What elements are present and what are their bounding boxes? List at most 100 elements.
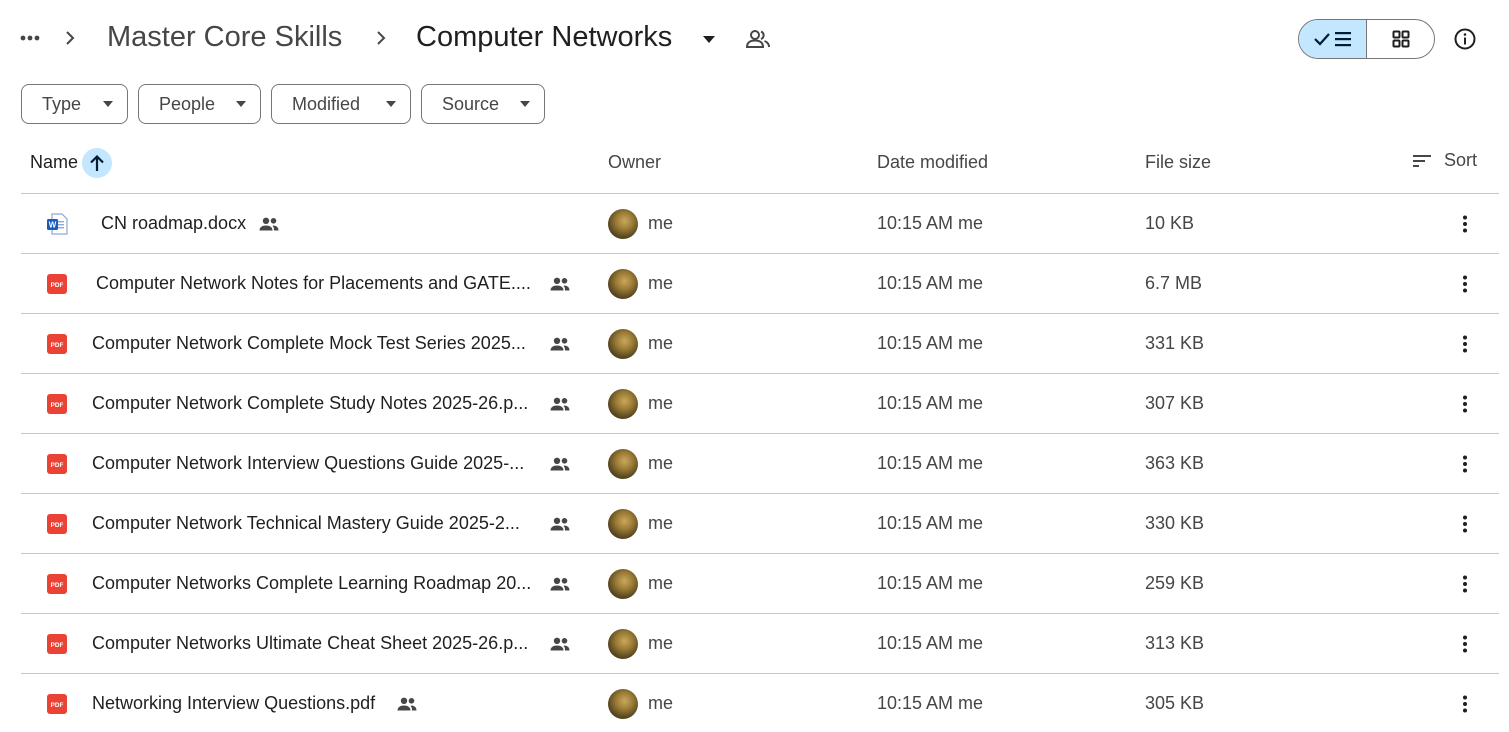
arrow-up-icon xyxy=(90,154,104,171)
file-name[interactable]: Computer Network Interview Questions Gui… xyxy=(92,453,524,474)
column-header-file-size[interactable]: File size xyxy=(1145,152,1211,173)
grid-view-button[interactable] xyxy=(1367,20,1434,58)
date-modified: 10:15 AM me xyxy=(877,333,984,353)
details-button[interactable] xyxy=(1450,24,1480,54)
table-body: W CN roadmap.docx me 10:15 AM me 10 KB PDF Com… xyxy=(21,194,1499,732)
column-header-owner[interactable]: Owner xyxy=(608,152,661,173)
more-actions-button[interactable] xyxy=(1450,569,1480,599)
dropdown-arrow-icon xyxy=(386,101,396,107)
svg-text:PDF: PDF xyxy=(51,402,64,409)
pdf-file-icon: PDF xyxy=(46,693,68,715)
table-row[interactable]: PDF Computer Network Notes for Placements… xyxy=(21,254,1499,314)
avatar xyxy=(608,389,638,419)
svg-text:PDF: PDF xyxy=(51,642,64,649)
avatar xyxy=(608,689,638,719)
more-vertical-icon xyxy=(1463,455,1467,473)
dropdown-arrow-icon xyxy=(520,101,530,107)
file-size: 6.7 MB xyxy=(1145,273,1203,293)
sort-direction-button[interactable] xyxy=(82,148,112,178)
owner-name: me xyxy=(648,273,674,293)
file-size: 331 KB xyxy=(1145,333,1205,353)
table-row[interactable]: PDF Computer Network Technical Mastery Gu… xyxy=(21,494,1499,554)
date-modified: 10:15 AM me xyxy=(877,393,984,413)
table-row[interactable]: PDF Computer Network Interview Questions … xyxy=(21,434,1499,494)
date-modified: 10:15 AM me xyxy=(877,273,984,293)
column-header-date-modified[interactable]: Date modified xyxy=(877,152,988,173)
file-name[interactable]: CN roadmap.docx xyxy=(101,213,246,234)
svg-text:PDF: PDF xyxy=(51,582,64,589)
breadcrumb-item-parent[interactable]: Master Core Skills xyxy=(107,17,342,57)
filter-chip-label: Modified xyxy=(292,93,361,114)
svg-text:PDF: PDF xyxy=(51,462,64,469)
shared-people-icon xyxy=(258,213,280,235)
filter-chip-modified[interactable]: Modified xyxy=(271,84,411,124)
dropdown-arrow-icon xyxy=(103,101,113,107)
table-row[interactable]: PDF Networking Interview Questions.pdf me 1… xyxy=(21,674,1499,732)
filter-chip-label: Source xyxy=(442,93,500,114)
file-name[interactable]: Computer Network Complete Study Notes 20… xyxy=(92,393,528,414)
date-modified: 10:15 AM me xyxy=(877,453,984,473)
sort-button[interactable]: Sort xyxy=(1412,150,1477,171)
view-toggle xyxy=(1298,19,1435,59)
owner-name: me xyxy=(648,213,674,233)
chevron-right-icon xyxy=(60,26,80,50)
file-name[interactable]: Computer Network Complete Mock Test Seri… xyxy=(92,333,526,354)
avatar xyxy=(608,329,638,359)
dropdown-arrow-icon xyxy=(236,101,246,107)
shared-people-icon xyxy=(549,513,571,535)
more-horizontal-icon xyxy=(20,35,40,41)
svg-text:W: W xyxy=(49,221,57,230)
shared-people-icon xyxy=(549,333,571,355)
owner-name: me xyxy=(648,513,674,533)
table-row[interactable]: PDF Computer Networks Ultimate Cheat Shee… xyxy=(21,614,1499,674)
owner-name: me xyxy=(648,573,674,593)
pdf-file-icon: PDF xyxy=(46,573,68,595)
list-view-button[interactable] xyxy=(1299,20,1367,58)
shared-people-icon xyxy=(549,573,571,595)
file-size: 330 KB xyxy=(1145,513,1205,533)
shared-folder-icon[interactable] xyxy=(745,26,771,52)
file-name[interactable]: Computer Network Notes for Placements an… xyxy=(96,273,531,294)
date-modified: 10:15 AM me xyxy=(877,513,984,533)
svg-text:PDF: PDF xyxy=(51,522,64,529)
more-actions-button[interactable] xyxy=(1450,689,1480,719)
folder-menu-dropdown-icon[interactable] xyxy=(698,28,720,50)
avatar xyxy=(608,629,638,659)
file-name[interactable]: Computer Networks Complete Learning Road… xyxy=(92,573,531,594)
more-actions-button[interactable] xyxy=(1450,629,1480,659)
filter-bar: Type People Modified Source xyxy=(21,84,545,124)
more-actions-button[interactable] xyxy=(1450,389,1480,419)
more-actions-button[interactable] xyxy=(1450,509,1480,539)
avatar xyxy=(608,269,638,299)
filter-chip-type[interactable]: Type xyxy=(21,84,128,124)
table-row[interactable]: PDF Computer Networks Complete Learning R… xyxy=(21,554,1499,614)
svg-text:PDF: PDF xyxy=(51,702,64,709)
file-size: 313 KB xyxy=(1145,633,1205,653)
more-vertical-icon xyxy=(1463,515,1467,533)
filter-chip-people[interactable]: People xyxy=(138,84,261,124)
table-row[interactable]: W CN roadmap.docx me 10:15 AM me 10 KB xyxy=(21,194,1499,254)
shared-people-icon xyxy=(396,693,418,715)
more-actions-button[interactable] xyxy=(1450,269,1480,299)
column-header-name[interactable]: Name xyxy=(30,152,78,173)
more-vertical-icon xyxy=(1463,275,1467,293)
file-name[interactable]: Networking Interview Questions.pdf xyxy=(92,693,375,714)
pdf-file-icon: PDF xyxy=(46,453,68,475)
date-modified: 10:15 AM me xyxy=(877,573,984,593)
file-size: 305 KB xyxy=(1145,693,1205,713)
pdf-file-icon: PDF xyxy=(46,333,68,355)
avatar xyxy=(608,569,638,599)
avatar xyxy=(608,449,638,479)
file-name[interactable]: Computer Network Technical Mastery Guide… xyxy=(92,513,520,534)
breadcrumb-item-current[interactable]: Computer Networks xyxy=(416,17,672,57)
more-actions-button[interactable] xyxy=(1450,329,1480,359)
filter-chip-source[interactable]: Source xyxy=(421,84,545,124)
more-vertical-icon xyxy=(1463,395,1467,413)
more-breadcrumbs-button[interactable] xyxy=(14,22,46,54)
table-row[interactable]: PDF Computer Network Complete Study Notes… xyxy=(21,374,1499,434)
more-actions-button[interactable] xyxy=(1450,209,1480,239)
avatar xyxy=(608,509,638,539)
file-name[interactable]: Computer Networks Ultimate Cheat Sheet 2… xyxy=(92,633,528,654)
table-row[interactable]: PDF Computer Network Complete Mock Test S… xyxy=(21,314,1499,374)
more-actions-button[interactable] xyxy=(1450,449,1480,479)
